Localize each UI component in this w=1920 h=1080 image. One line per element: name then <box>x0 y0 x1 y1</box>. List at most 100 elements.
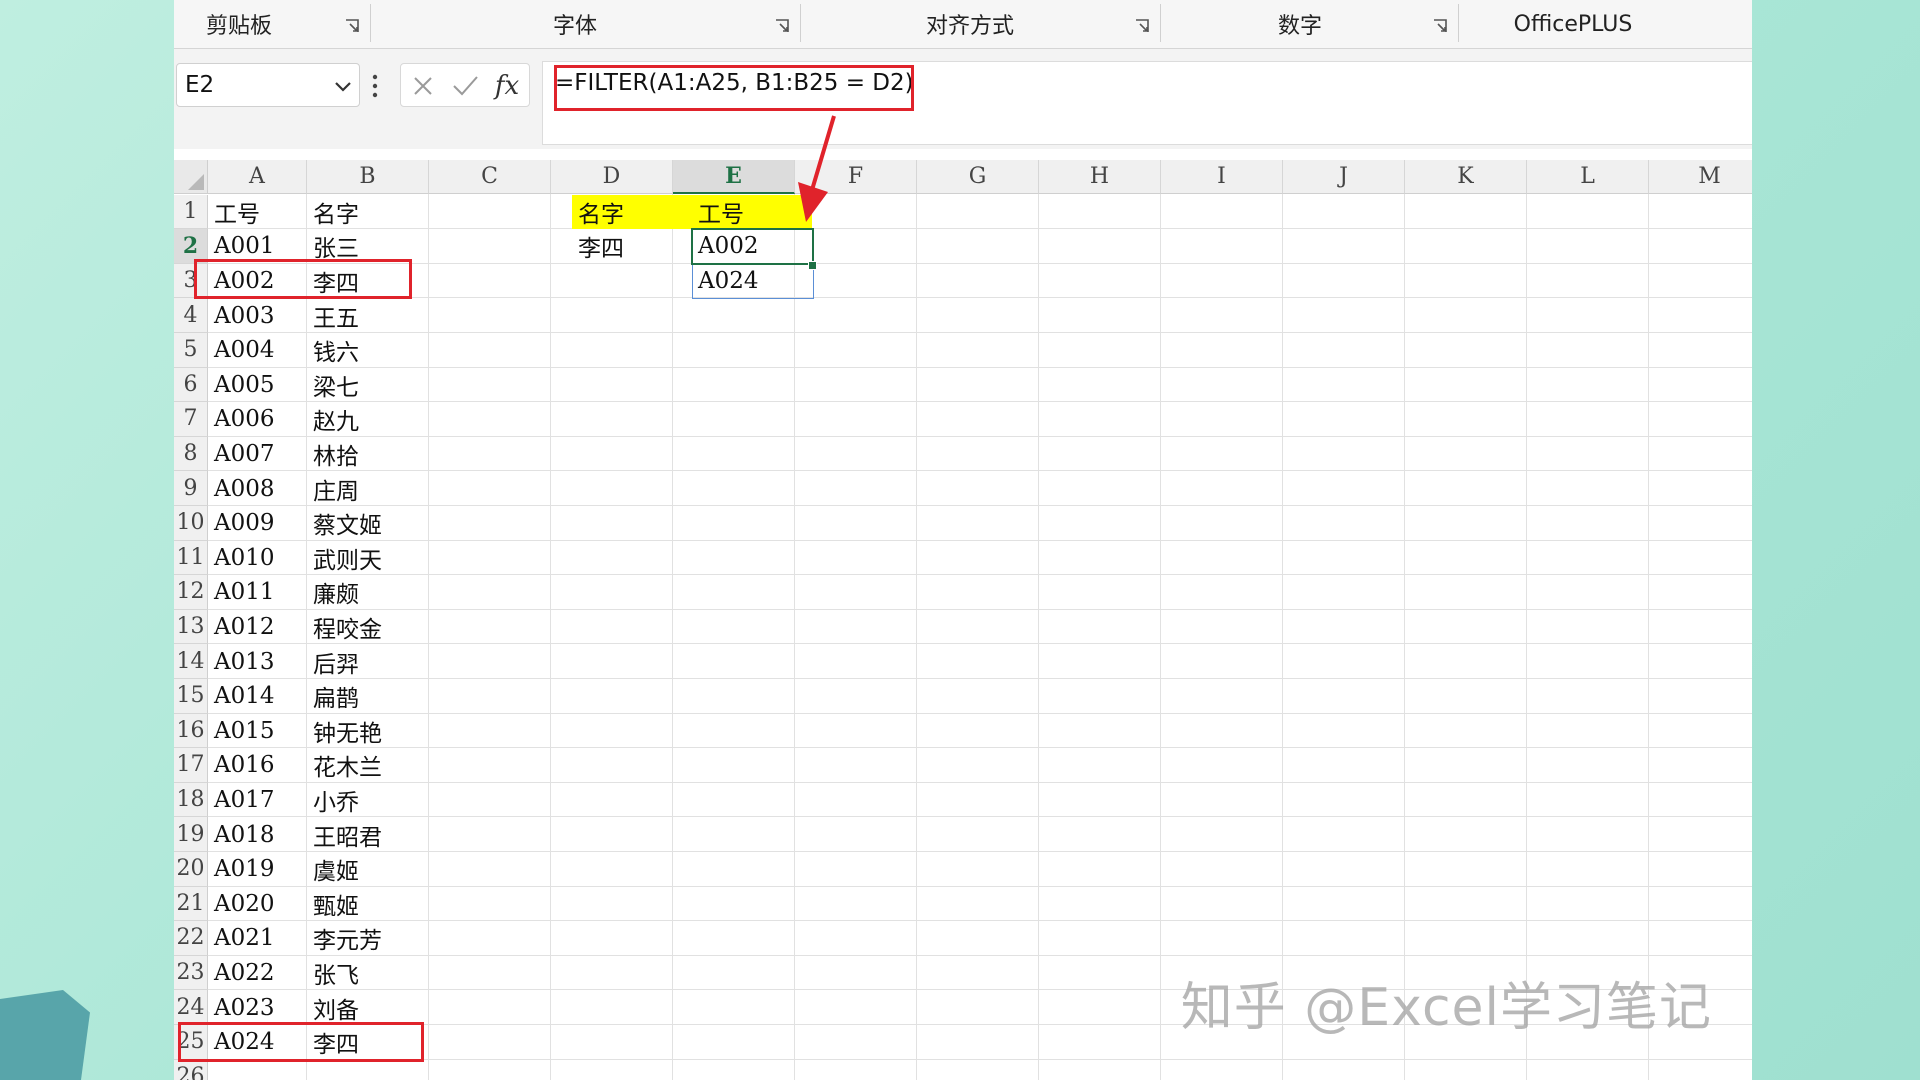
row-header-8[interactable]: 8 <box>174 436 208 472</box>
column-header-h[interactable]: H <box>1039 160 1161 194</box>
column-header-a[interactable]: A <box>208 160 307 194</box>
cell-b21[interactable]: 甄姬 <box>307 887 429 922</box>
row-header-7[interactable]: 7 <box>174 402 208 437</box>
cell-b16[interactable]: 钟无艳 <box>307 714 429 749</box>
row-header-11[interactable]: 11 <box>174 540 208 576</box>
cell-a11[interactable]: A010 <box>208 541 307 576</box>
cell-a16[interactable]: A015 <box>208 714 307 749</box>
row-header-24[interactable]: 24 <box>174 990 208 1025</box>
column-header-k[interactable]: K <box>1405 160 1527 194</box>
cell-a18[interactable]: A017 <box>208 783 307 818</box>
number-launcher-icon[interactable] <box>1432 18 1448 34</box>
cell-b18[interactable]: 小乔 <box>307 783 429 818</box>
row-header-9[interactable]: 9 <box>174 471 208 506</box>
cell-b11[interactable]: 武则天 <box>307 541 429 576</box>
annotation-arrow-icon <box>798 115 836 222</box>
cell-b22[interactable]: 李元芳 <box>307 921 429 956</box>
insert-function-button[interactable]: fx <box>487 64 527 108</box>
enter-button[interactable] <box>445 64 485 108</box>
cell-a12[interactable]: A011 <box>208 575 307 610</box>
cell-a7[interactable]: A006 <box>208 402 307 437</box>
row-header-15[interactable]: 15 <box>174 679 208 714</box>
clipboard-launcher-icon[interactable] <box>344 18 360 34</box>
cell-b4[interactable]: 王五 <box>307 298 429 333</box>
cell-b9[interactable]: 庄周 <box>307 471 429 506</box>
cell-a26[interactable] <box>208 1060 307 1080</box>
column-header-g[interactable]: G <box>917 160 1039 194</box>
cell-b24[interactable]: 刘备 <box>307 990 429 1025</box>
cell-a10[interactable]: A009 <box>208 506 307 541</box>
column-header-j[interactable]: J <box>1283 160 1405 194</box>
row-header-14[interactable]: 14 <box>174 644 208 679</box>
cell-a9[interactable]: A008 <box>208 471 307 506</box>
font-launcher-icon[interactable] <box>774 18 790 34</box>
cell-b1[interactable]: 名字 <box>307 195 429 230</box>
cell-b19[interactable]: 王昭君 <box>307 817 429 852</box>
row-header-12[interactable]: 12 <box>174 575 208 610</box>
row-header-18[interactable]: 18 <box>174 782 208 818</box>
spreadsheet-grid[interactable]: ABCDEFGHIJKLM 1 2 3 4 5 6 7 8 9 10 11 12 13 14 15 16 17 1… <box>174 160 1752 1080</box>
row-header-10[interactable]: 10 <box>174 506 208 541</box>
ribbon-group-font: 字体 <box>552 14 597 39</box>
column-header-d[interactable]: D <box>551 160 673 194</box>
cell-a20[interactable]: A019 <box>208 852 307 887</box>
ribbon-group-officeplus[interactable]: OfficePLUS <box>1458 0 1688 48</box>
cell-b15[interactable]: 扁鹊 <box>307 679 429 714</box>
row-header-16[interactable]: 16 <box>174 713 208 749</box>
cell-b13[interactable]: 程咬金 <box>307 610 429 645</box>
row-header-1[interactable]: 1 <box>174 194 208 230</box>
select-all-corner[interactable] <box>174 160 208 194</box>
more-vertical-icon[interactable] <box>372 73 378 99</box>
cell-b23[interactable]: 张飞 <box>307 956 429 991</box>
row-header-6[interactable]: 6 <box>174 367 208 403</box>
alignment-launcher-icon[interactable] <box>1134 18 1150 34</box>
chevron-down-icon[interactable] <box>333 76 353 96</box>
column-header-m[interactable]: M <box>1649 160 1752 194</box>
cell-a5[interactable]: A004 <box>208 333 307 368</box>
cell-a13[interactable]: A012 <box>208 610 307 645</box>
cell-a1[interactable]: 工号 <box>208 195 307 230</box>
name-box-value: E2 <box>185 72 215 98</box>
column-header-c[interactable]: C <box>429 160 551 194</box>
cell-a23[interactable]: A022 <box>208 956 307 991</box>
fill-handle[interactable] <box>808 261 817 270</box>
row-header-20[interactable]: 20 <box>174 852 208 887</box>
cell-a22[interactable]: A021 <box>208 921 307 956</box>
row-header-17[interactable]: 17 <box>174 748 208 783</box>
row-header-26[interactable]: 26 <box>174 1059 208 1080</box>
cell-d1[interactable]: 名字 <box>572 195 692 230</box>
cell-d2[interactable]: 李四 <box>572 229 692 264</box>
cell-b20[interactable]: 虞姬 <box>307 852 429 887</box>
cancel-button[interactable] <box>403 64 443 108</box>
row-header-21[interactable]: 21 <box>174 886 208 922</box>
cell-a17[interactable]: A016 <box>208 748 307 783</box>
function-icon: fx <box>494 71 520 101</box>
cell-a8[interactable]: A007 <box>208 437 307 472</box>
cell-a19[interactable]: A018 <box>208 817 307 852</box>
cell-a6[interactable]: A005 <box>208 368 307 403</box>
row-header-22[interactable]: 22 <box>174 921 208 956</box>
name-box[interactable]: E2 <box>176 63 360 107</box>
row-header-23[interactable]: 23 <box>174 955 208 991</box>
column-header-i[interactable]: I <box>1161 160 1283 194</box>
cell-b26[interactable] <box>307 1060 429 1080</box>
cell-a14[interactable]: A013 <box>208 644 307 679</box>
cell-b6[interactable]: 梁七 <box>307 368 429 403</box>
cell-a4[interactable]: A003 <box>208 298 307 333</box>
cell-b8[interactable]: 林拾 <box>307 437 429 472</box>
cell-b5[interactable]: 钱六 <box>307 333 429 368</box>
cell-b7[interactable]: 赵九 <box>307 402 429 437</box>
cell-a15[interactable]: A014 <box>208 679 307 714</box>
cell-b17[interactable]: 花木兰 <box>307 748 429 783</box>
column-header-b[interactable]: B <box>307 160 429 194</box>
row-header-5[interactable]: 5 <box>174 333 208 368</box>
cell-a24[interactable]: A023 <box>208 990 307 1025</box>
cell-b12[interactable]: 廉颇 <box>307 575 429 610</box>
column-header-l[interactable]: L <box>1527 160 1649 194</box>
cell-b14[interactable]: 后羿 <box>307 644 429 679</box>
row-header-13[interactable]: 13 <box>174 609 208 645</box>
row-header-19[interactable]: 19 <box>174 817 208 852</box>
row-header-4[interactable]: 4 <box>174 298 208 333</box>
cell-a21[interactable]: A020 <box>208 887 307 922</box>
cell-b10[interactable]: 蔡文姬 <box>307 506 429 541</box>
